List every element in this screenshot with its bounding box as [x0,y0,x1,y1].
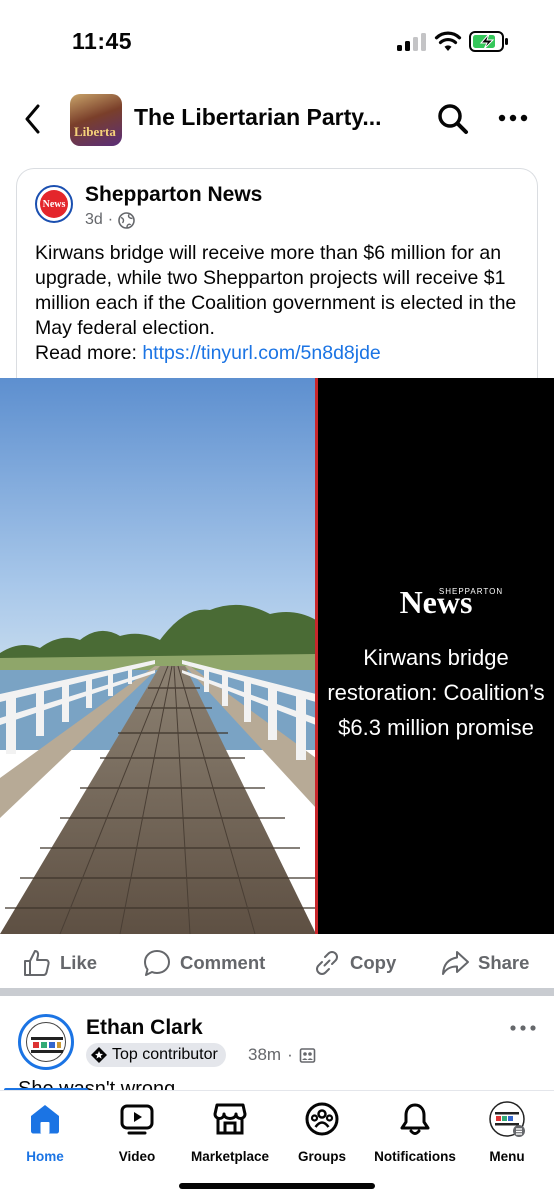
tab-notifications[interactable]: Notifications [368,1101,462,1164]
battery-charging-icon [469,31,508,52]
copy-button[interactable]: Copy [312,946,396,980]
marketplace-icon [213,1103,247,1135]
avatar-graphic [31,1037,63,1053]
tab-menu[interactable]: Menu [460,1101,554,1164]
tab-label: Notifications [374,1149,456,1164]
badge-label: Top contributor [112,1046,218,1063]
headline-line: $6.3 million promise [338,715,534,740]
share-arrow-icon [442,951,469,975]
meta-separator: · [287,1045,293,1064]
cellular-signal-icon [397,33,427,51]
comment-button[interactable]: Comment [142,946,265,980]
badge-icon [91,1047,107,1063]
news-logo: News [399,584,473,620]
video-icon [120,1104,154,1135]
post-body: Kirwans bridge will receive more than $6… [35,241,535,366]
image-headline: Kirwans bridge restoration: Coalition’s … [318,640,554,745]
more-options-icon[interactable] [496,108,530,128]
comment-label: Comment [180,952,266,973]
post-separator [0,988,554,996]
tab-video[interactable]: Video [90,1101,184,1164]
source-meta: 3d · [85,211,135,229]
bridge-illustration [0,378,316,934]
source-name[interactable]: Shepparton News [85,183,262,207]
tab-label: Video [118,1149,156,1164]
back-arrow-icon[interactable] [20,100,46,138]
next-post-time[interactable]: 38m [248,1045,281,1065]
headline-panel: SHEPPARTON News Kirwans bridge restorati… [318,378,554,934]
status-time: 11:45 [72,28,133,54]
source-avatar-text: News [40,190,68,218]
page-avatar-text: Liberta [74,124,116,139]
share-label: Share [478,952,530,973]
like-button[interactable]: Like [22,946,97,980]
globe-icon [118,211,135,229]
next-post-meta: 38m · [248,1045,316,1065]
avatar-image [26,1022,66,1062]
comment-bubble-icon [144,950,170,976]
group-audience-icon [299,1047,316,1063]
bridge-photo [0,378,316,934]
thumbs-up-icon [24,950,50,976]
bell-icon [400,1103,430,1135]
page-title[interactable]: The Libertarian Party... [134,104,382,131]
home-icon [31,1105,59,1134]
shared-post-card[interactable]: News Shepparton News 3d · Kirwans bridge… [16,168,538,378]
post-more-icon[interactable] [508,1020,538,1036]
tab-groups[interactable]: Groups [275,1101,369,1164]
tab-home[interactable]: Home [0,1101,92,1164]
link-icon [316,951,338,975]
page-header: Liberta The Libertarian Party... [0,88,554,150]
tab-label: Home [26,1149,64,1164]
post-time[interactable]: 3d [85,211,103,229]
post-link[interactable]: https://tinyurl.com/5n8d8jde [142,342,380,364]
source-avatar[interactable]: News [35,185,73,223]
tab-label: Groups [297,1149,346,1164]
author-name[interactable]: Ethan Clark [86,1016,203,1040]
meta-separator: · [107,211,114,228]
tab-marketplace[interactable]: Marketplace [183,1101,277,1164]
share-button[interactable]: Share [440,946,529,980]
wifi-icon [434,31,462,51]
post-image[interactable]: SHEPPARTON News Kirwans bridge restorati… [0,378,554,934]
post-actions: Like Comment Copy Share [0,938,554,988]
groups-icon [305,1102,339,1136]
copy-label: Copy [350,952,397,973]
home-indicator [179,1183,375,1189]
like-label: Like [60,952,98,973]
profile-menu-icon [489,1101,525,1137]
tab-label: Marketplace [190,1149,270,1164]
status-bar: 11:45 [0,0,554,80]
tab-label: Menu [489,1149,525,1164]
headline-line: Kirwans bridge [363,645,509,670]
author-avatar[interactable] [18,1014,74,1070]
top-contributor-badge[interactable]: Top contributor [86,1043,226,1067]
page-avatar[interactable]: Liberta [70,94,122,146]
post-body-text: Kirwans bridge will receive more than $6… [35,242,517,339]
read-more-label: Read more: [35,342,137,364]
search-icon[interactable] [436,102,470,136]
headline-line: restoration: Coalition’s [327,680,545,705]
